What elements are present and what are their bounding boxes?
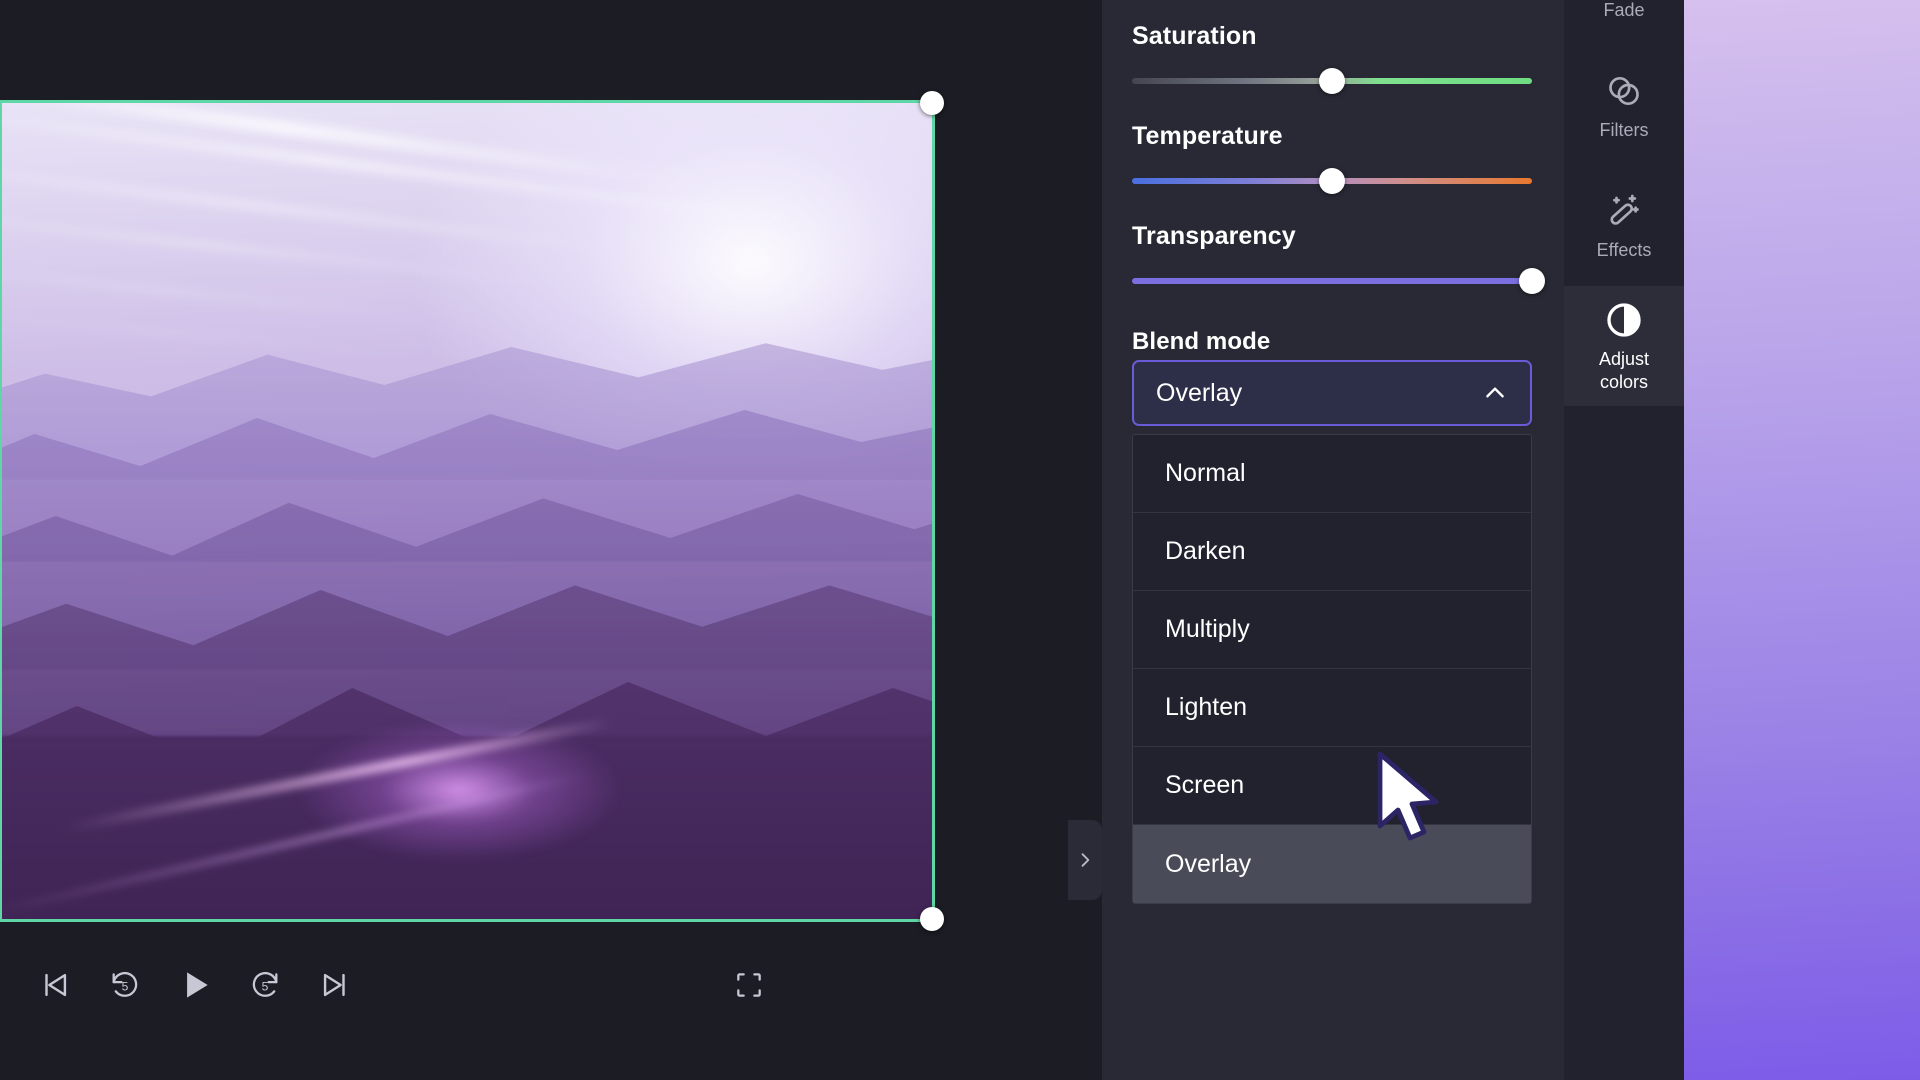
skip-to-start-button[interactable] bbox=[28, 958, 82, 1012]
filters-icon bbox=[1609, 77, 1639, 105]
skip-to-end-button[interactable] bbox=[308, 958, 362, 1012]
transparency-slider[interactable] bbox=[1132, 268, 1545, 294]
blend-mode-selected-value: Overlay bbox=[1156, 378, 1243, 407]
chevron-up-icon bbox=[1486, 387, 1504, 398]
transparency-thumb[interactable] bbox=[1519, 268, 1545, 294]
rail-item-label: Effects bbox=[1596, 240, 1652, 260]
play-button[interactable] bbox=[168, 958, 222, 1012]
blend-mode-option-normal[interactable]: Normal bbox=[1133, 435, 1531, 513]
transparency-label: Transparency bbox=[1132, 222, 1296, 250]
temperature-slider[interactable] bbox=[1132, 168, 1532, 194]
panel-collapse-toggle[interactable] bbox=[1068, 820, 1102, 900]
sidebar-item-fade[interactable]: Fade bbox=[1564, 0, 1684, 46]
magic-wand-icon bbox=[1610, 194, 1639, 225]
svg-text:5: 5 bbox=[122, 980, 129, 994]
saturation-label: Saturation bbox=[1132, 22, 1257, 50]
saturation-thumb[interactable] bbox=[1319, 68, 1345, 94]
blend-mode-option-screen[interactable]: Screen bbox=[1133, 747, 1531, 825]
properties-panel: Saturation Temperature Transparency Blen… bbox=[1102, 0, 1564, 1080]
rail-item-label-line1: Adjust bbox=[1598, 348, 1650, 369]
chevron-right-icon bbox=[1081, 853, 1090, 867]
sidebar-item-adjust-colors[interactable]: Adjust colors bbox=[1564, 286, 1684, 406]
rewind-5-button[interactable]: 5 bbox=[98, 958, 152, 1012]
forward-5-button[interactable]: 5 bbox=[238, 958, 292, 1012]
blend-mode-label: Blend mode bbox=[1132, 328, 1271, 355]
temperature-label: Temperature bbox=[1132, 122, 1283, 150]
blend-mode-menu[interactable]: Normal Darken Multiply Lighten Screen Overlay bbox=[1132, 434, 1532, 904]
blend-mode-select[interactable]: Overlay bbox=[1132, 360, 1532, 426]
right-gradient-panel bbox=[1684, 0, 1920, 1080]
transparency-track bbox=[1132, 278, 1532, 284]
video-preview[interactable] bbox=[0, 100, 935, 922]
fullscreen-button[interactable] bbox=[722, 958, 776, 1012]
svg-text:5: 5 bbox=[262, 980, 269, 994]
blend-mode-option-lighten[interactable]: Lighten bbox=[1133, 669, 1531, 747]
blend-mode-option-overlay[interactable]: Overlay bbox=[1133, 825, 1531, 903]
blend-mode-option-multiply[interactable]: Multiply bbox=[1133, 591, 1531, 669]
lens-flare bbox=[299, 720, 619, 860]
rail-item-label: Fade bbox=[1603, 0, 1645, 20]
tool-rail: Fade Filters Effects Adjust colors bbox=[1564, 0, 1684, 1080]
temperature-thumb[interactable] bbox=[1319, 168, 1345, 194]
saturation-slider[interactable] bbox=[1132, 68, 1532, 94]
transport-controls: 5 5 bbox=[0, 930, 936, 1040]
blend-mode-option-darken[interactable]: Darken bbox=[1133, 513, 1531, 591]
sidebar-item-effects[interactable]: Effects bbox=[1564, 166, 1684, 286]
preview-stage: 5 5 bbox=[0, 0, 1102, 1080]
contrast-circle-icon bbox=[1607, 302, 1641, 337]
sidebar-item-filters[interactable]: Filters bbox=[1564, 46, 1684, 166]
rail-item-label: Filters bbox=[1599, 120, 1649, 140]
video-frame bbox=[0, 100, 935, 922]
rail-item-label-line2: colors bbox=[1599, 371, 1648, 392]
